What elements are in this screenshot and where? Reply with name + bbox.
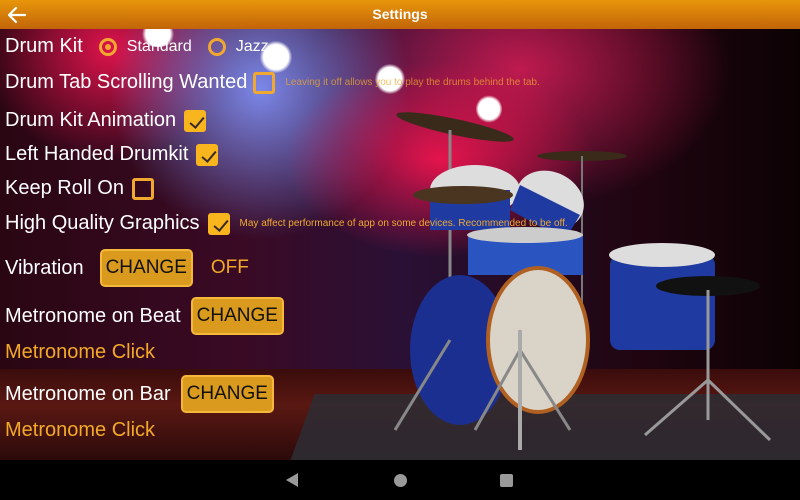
square-recents-icon[interactable] bbox=[500, 474, 513, 487]
drum-kit-setting: Drum Kit Standard Jazz bbox=[5, 35, 285, 58]
radio-jazz-label[interactable]: Jazz bbox=[236, 38, 269, 56]
metronome-beat-value: Metronome Click bbox=[5, 341, 156, 363]
left-handed-setting: Left Handed Drumkit bbox=[5, 143, 219, 166]
triangle-back-icon[interactable] bbox=[286, 473, 298, 487]
radio-standard[interactable] bbox=[98, 37, 117, 56]
keep-roll-on-label: Keep Roll On bbox=[5, 177, 124, 199]
drum-kit-animation-checkbox[interactable] bbox=[184, 109, 207, 132]
keep-roll-on-setting: Keep Roll On bbox=[5, 177, 154, 200]
vibration-value: OFF bbox=[210, 257, 249, 278]
high-quality-graphics-setting: High Quality Graphics May affect perform… bbox=[5, 212, 568, 235]
drum-kit-animation-label: Drum Kit Animation bbox=[5, 109, 177, 131]
metronome-beat-label: Metronome on Beat bbox=[5, 304, 181, 327]
left-handed-checkbox[interactable] bbox=[196, 143, 219, 166]
high-quality-graphics-hint: May affect performance of app on some de… bbox=[239, 218, 568, 229]
vibration-change-button[interactable]: CHANGE bbox=[99, 249, 193, 287]
vibration-label: Vibration bbox=[5, 256, 84, 279]
high-quality-graphics-checkbox[interactable] bbox=[207, 212, 230, 235]
metronome-beat-setting: Metronome on Beat CHANGE bbox=[5, 297, 284, 335]
metronome-bar-value-row: Metronome Click bbox=[5, 419, 155, 442]
metronome-bar-value: Metronome Click bbox=[5, 419, 156, 441]
radio-standard-label[interactable]: Standard bbox=[127, 38, 192, 56]
metronome-bar-label: Metronome on Bar bbox=[5, 382, 171, 405]
vibration-setting: Vibration CHANGE OFF bbox=[5, 249, 249, 287]
system-nav-bar bbox=[0, 460, 800, 500]
metronome-beat-value-row: Metronome Click bbox=[5, 341, 155, 364]
drum-kit-animation-setting: Drum Kit Animation bbox=[5, 109, 207, 132]
settings-list: Drum Kit Standard Jazz Drum Tab Scrollin… bbox=[0, 29, 800, 460]
metronome-bar-change-button[interactable]: CHANGE bbox=[180, 375, 274, 413]
drum-tab-scrolling-setting: Drum Tab Scrolling Wanted Leaving it off… bbox=[5, 71, 540, 94]
drum-tab-scrolling-checkbox[interactable] bbox=[253, 71, 276, 94]
high-quality-graphics-label: High Quality Graphics bbox=[5, 212, 200, 234]
metronome-beat-change-button[interactable]: CHANGE bbox=[190, 297, 284, 335]
drum-tab-scrolling-hint: Leaving it off allows you to play the dr… bbox=[285, 77, 540, 88]
app-bar: Settings bbox=[0, 0, 800, 29]
radio-jazz[interactable] bbox=[207, 37, 226, 56]
metronome-bar-setting: Metronome on Bar CHANGE bbox=[5, 375, 274, 413]
drum-tab-scrolling-label: Drum Tab Scrolling Wanted bbox=[5, 71, 248, 93]
keep-roll-on-checkbox[interactable] bbox=[131, 177, 154, 200]
drum-kit-label: Drum Kit bbox=[5, 35, 83, 57]
page-title: Settings bbox=[372, 6, 428, 22]
circle-home-icon[interactable] bbox=[394, 474, 407, 487]
left-handed-label: Left Handed Drumkit bbox=[5, 143, 189, 165]
